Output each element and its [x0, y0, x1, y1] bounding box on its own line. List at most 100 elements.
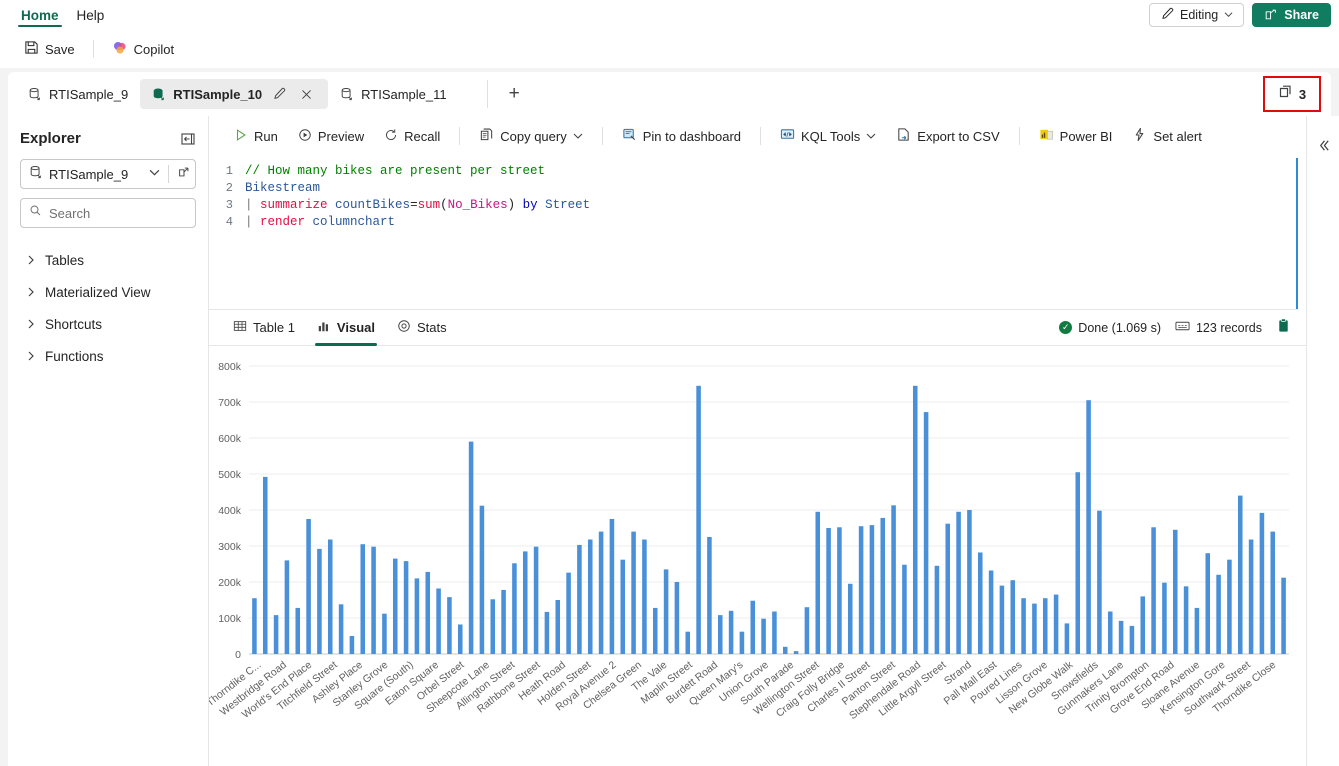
- run-button[interactable]: Run: [225, 124, 287, 149]
- set-alert-button[interactable]: Set alert: [1123, 123, 1210, 149]
- chart-bar[interactable]: [1259, 512, 1265, 654]
- chart-bar[interactable]: [555, 600, 561, 654]
- chart-bar[interactable]: [772, 611, 777, 654]
- tab-count-highlight[interactable]: 3: [1263, 76, 1321, 112]
- chevron-down-icon[interactable]: [866, 129, 876, 144]
- collapse-explorer-icon[interactable]: [180, 131, 196, 147]
- chart-bar[interactable]: [652, 607, 658, 654]
- rename-tab-icon[interactable]: [269, 84, 289, 104]
- ribbon-tab-help[interactable]: Help: [68, 0, 114, 30]
- chart-bar[interactable]: [1042, 598, 1048, 654]
- chart-bar[interactable]: [414, 578, 420, 654]
- ribbon-tab-home[interactable]: Home: [12, 0, 68, 30]
- chart-bar[interactable]: [436, 588, 441, 654]
- chart-bar[interactable]: [956, 511, 961, 654]
- chart-bar[interactable]: [912, 385, 918, 654]
- chart-bar[interactable]: [761, 618, 766, 654]
- chart-bar[interactable]: [1237, 495, 1243, 654]
- chart-bar[interactable]: [295, 607, 301, 654]
- chart-bar[interactable]: [739, 631, 745, 654]
- recall-button[interactable]: Recall: [375, 124, 449, 149]
- chart-bar[interactable]: [360, 544, 366, 654]
- open-external-icon[interactable]: [177, 165, 191, 184]
- chart-bar[interactable]: [728, 610, 734, 654]
- document-tab-rtisample-11[interactable]: RTISample_11: [328, 79, 459, 109]
- chart-bar[interactable]: [392, 558, 398, 654]
- chart-bar[interactable]: [717, 615, 723, 654]
- chart-bar[interactable]: [967, 510, 972, 654]
- database-selector[interactable]: RTISample_9: [20, 159, 196, 189]
- chart-bar[interactable]: [685, 631, 691, 654]
- chart-bar[interactable]: [577, 544, 582, 654]
- chart-bar[interactable]: [1270, 531, 1276, 654]
- chart-bar[interactable]: [1032, 603, 1037, 654]
- copy-query-button[interactable]: Copy query: [470, 123, 591, 149]
- chart-bar[interactable]: [858, 526, 864, 654]
- chart-bar[interactable]: [338, 604, 344, 654]
- chart-bar[interactable]: [349, 636, 355, 654]
- chart-bar[interactable]: [869, 525, 875, 654]
- chart-bar[interactable]: [923, 412, 929, 654]
- chart-bar[interactable]: [1281, 577, 1286, 654]
- tree-node-functions[interactable]: Functions: [20, 340, 196, 372]
- power-bi-button[interactable]: Power BI: [1030, 123, 1122, 149]
- chart-bar[interactable]: [826, 528, 831, 654]
- chart-bar[interactable]: [934, 565, 940, 654]
- chart-bar[interactable]: [457, 624, 463, 654]
- chart-bar[interactable]: [468, 441, 474, 654]
- chart-bar[interactable]: [425, 571, 431, 654]
- chart-bar[interactable]: [533, 546, 539, 654]
- chart-bar[interactable]: [1010, 580, 1016, 654]
- chart-bar[interactable]: [1140, 596, 1146, 654]
- copilot-button[interactable]: Copilot: [104, 36, 182, 63]
- chart-bar[interactable]: [501, 589, 506, 654]
- share-button[interactable]: Share: [1252, 3, 1331, 27]
- chart-bar[interactable]: [847, 583, 853, 654]
- pin-to-dashboard-button[interactable]: Pin to dashboard: [613, 123, 750, 149]
- chart-bar[interactable]: [609, 519, 615, 654]
- chart-bar[interactable]: [902, 564, 907, 654]
- chart-bar[interactable]: [262, 476, 268, 654]
- close-tab-icon[interactable]: [296, 84, 316, 104]
- tree-node-tables[interactable]: Tables: [20, 244, 196, 276]
- chart-bar[interactable]: [1021, 598, 1026, 654]
- chart-bar[interactable]: [1172, 529, 1178, 654]
- chart-bar[interactable]: [382, 613, 387, 654]
- chart-bar[interactable]: [891, 505, 896, 654]
- chart-bar[interactable]: [945, 523, 951, 654]
- explorer-search-box[interactable]: [20, 198, 196, 228]
- chevron-down-icon[interactable]: [573, 129, 583, 144]
- chart-bar[interactable]: [403, 561, 409, 654]
- chart-bar[interactable]: [620, 559, 626, 654]
- chart-bar[interactable]: [327, 539, 333, 654]
- chart-bar[interactable]: [371, 546, 376, 654]
- tab-visual[interactable]: Visual: [309, 310, 383, 346]
- chart-bar[interactable]: [1075, 472, 1081, 654]
- chart-bar[interactable]: [750, 600, 756, 654]
- search-input[interactable]: [49, 205, 187, 221]
- chart-bar[interactable]: [804, 607, 810, 654]
- chart-bar[interactable]: [252, 598, 257, 654]
- chart-bar[interactable]: [880, 517, 886, 654]
- chart-bar[interactable]: [1216, 574, 1221, 654]
- save-button[interactable]: Save: [16, 36, 83, 62]
- chart-bar[interactable]: [306, 519, 311, 654]
- chart-bar[interactable]: [999, 585, 1005, 654]
- chart-bar[interactable]: [663, 569, 669, 654]
- chart-bar[interactable]: [587, 539, 593, 654]
- chart-bar[interactable]: [1162, 582, 1167, 654]
- chart-bar[interactable]: [1151, 527, 1156, 654]
- chart-bar[interactable]: [1129, 625, 1135, 654]
- chart-bar[interactable]: [1205, 553, 1211, 654]
- column-chart-container[interactable]: 0 100k 200k 300k 400k 500k 600k 700k 800k Thorndi…: [209, 346, 1331, 766]
- export-to-csv-button[interactable]: Export to CSV: [887, 123, 1008, 149]
- chart-bar[interactable]: [1064, 623, 1070, 654]
- tree-node-materialized-view[interactable]: Materialized View: [20, 276, 196, 308]
- chart-bar[interactable]: [977, 552, 983, 654]
- chart-bar[interactable]: [566, 572, 571, 654]
- chart-bar[interactable]: [1107, 611, 1113, 654]
- chart-bar[interactable]: [837, 527, 842, 654]
- chart-bar[interactable]: [1118, 620, 1124, 654]
- preview-button[interactable]: Preview: [289, 124, 373, 149]
- chart-bar[interactable]: [1227, 559, 1232, 654]
